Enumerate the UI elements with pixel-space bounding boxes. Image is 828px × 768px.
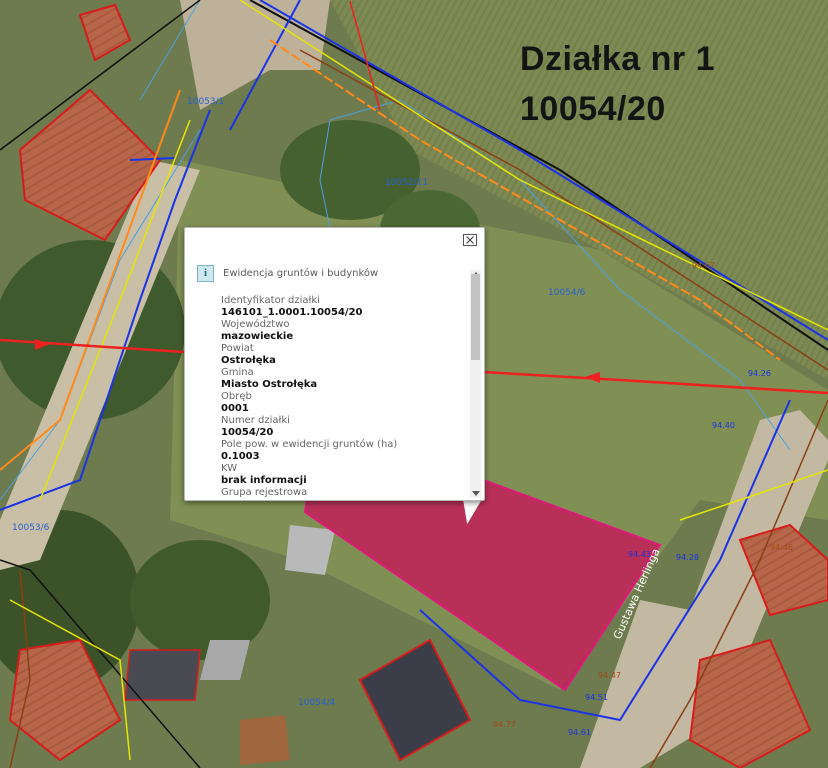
elevation-label: 94.46	[770, 543, 793, 552]
field-value: brak informacji	[221, 475, 307, 486]
elevation-label: 94.51	[585, 693, 608, 702]
elevation-label: 94.67	[692, 261, 715, 270]
elevation-label: 94.61	[568, 728, 591, 737]
parcel-number-heading: 10054/20	[520, 90, 666, 128]
close-icon	[466, 236, 474, 244]
elevation-label: 94.47	[598, 671, 621, 680]
field-label: Identyfikator działki	[221, 295, 320, 306]
elevation-label: 94.28	[676, 553, 699, 562]
elevation-label: 94.40	[712, 421, 735, 430]
parcel-label: 10054/6	[548, 288, 586, 298]
parcel-label: 10052/11	[385, 178, 428, 188]
shed-roof	[240, 715, 290, 765]
parcel-heading: Działka nr 1	[520, 40, 715, 78]
info-icon: i	[197, 265, 214, 282]
field-label: Powiat	[221, 343, 254, 354]
popup-header: i Ewidencja gruntów i budynków	[197, 265, 378, 282]
field-value: mazowieckie	[221, 331, 294, 342]
popup-title: Ewidencja gruntów i budynków	[223, 268, 379, 279]
elevation-label: 94.77	[493, 720, 516, 729]
parcel-label: 10054/4	[298, 698, 336, 708]
field-label: Numer działki	[221, 415, 290, 426]
elevation-label: 94.26	[748, 369, 771, 378]
field-label: Pole pow. w ewidencji gruntów (ha)	[221, 439, 398, 450]
scroll-down-icon[interactable]	[472, 491, 480, 496]
field-value: 0.1003	[221, 451, 260, 462]
field-value: 10054/20	[221, 427, 274, 438]
field-label: Grupa rejestrowa	[221, 487, 308, 498]
info-popup: i Ewidencja gruntów i budynków Identyfik…	[184, 227, 485, 501]
field-label: Województwo	[221, 319, 290, 330]
attribute-list: Identyfikator działki 146101_1.0001.10054…	[221, 295, 461, 498]
field-value: Ostrołęka	[221, 355, 276, 366]
field-label: Gmina	[221, 367, 254, 378]
field-label: KW	[221, 463, 238, 474]
shed-roof	[124, 649, 201, 701]
field-label: Obręb	[221, 391, 252, 402]
field-value: 0001	[221, 403, 249, 414]
popup-scrollbar[interactable]	[470, 270, 481, 498]
close-button[interactable]	[463, 234, 477, 246]
parcel-label: 10053/6	[12, 523, 50, 533]
scroll-thumb[interactable]	[471, 274, 480, 360]
field-value: Miasto Ostrołęka	[221, 379, 318, 390]
parcel-label: 10053/1	[187, 97, 224, 107]
elevation-label: 94.43	[628, 550, 651, 559]
field-value: 146101_1.0001.10054/20	[221, 307, 363, 318]
